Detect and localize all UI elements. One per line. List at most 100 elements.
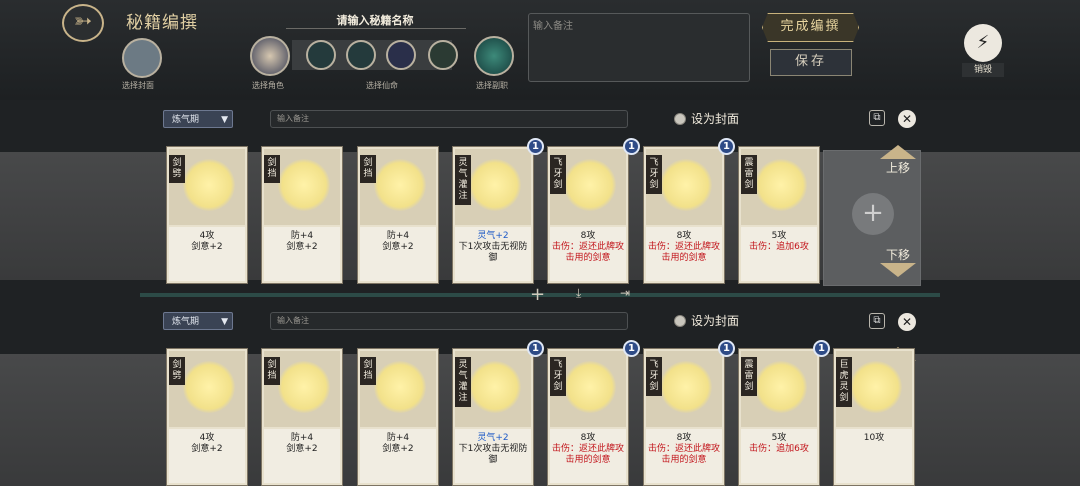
card-level-badge: 1 — [623, 138, 640, 155]
card-name: 飞牙剑 — [550, 155, 566, 194]
card-effect-line-2: 击伤：返还此牌攻击用的剑意 — [647, 242, 720, 263]
stage-select-label: 炼气期 — [172, 115, 200, 125]
card-effect-line-2: 击伤：追加6攻 — [749, 242, 809, 252]
row-note-input[interactable]: 输入备注 — [270, 110, 628, 128]
card-effect-line-2: 剑意+2 — [191, 444, 223, 454]
finish-compile-button[interactable]: 完成编撰 — [762, 13, 859, 42]
sword-art-icon — [469, 159, 521, 211]
sword-art-icon — [660, 159, 712, 211]
card-level-badge: 1 — [718, 340, 735, 357]
card-effect-line-2: 剑意+2 — [286, 444, 318, 454]
skill-card[interactable]: 飞牙剑 8攻 击伤：返还此牌攻击用的剑意 — [643, 348, 725, 486]
import-icon[interactable]: ⤓ — [576, 286, 581, 301]
card-description: 10攻 — [836, 429, 912, 483]
stage-select[interactable]: 炼气期 ▼ — [163, 312, 233, 330]
card-level-badge: 1 — [527, 138, 544, 155]
life-slot-1[interactable] — [306, 40, 336, 70]
back-arrow-icon[interactable]: ➳ — [62, 4, 104, 42]
move-up-arrow-icon — [880, 145, 916, 159]
card-description: 灵气+2 下1次攻击无视防御 — [455, 227, 531, 281]
card-name: 震雷剑 — [741, 357, 757, 396]
card-effect-line-2: 剑意+2 — [382, 242, 414, 252]
row-note-input[interactable]: 输入备注 — [270, 312, 628, 330]
cover-radio[interactable] — [674, 113, 686, 125]
card-effect-line-2: 下1次攻击无视防御 — [458, 444, 528, 465]
name-underline — [286, 28, 466, 29]
card-description: 5攻 击伤：追加6攻 — [741, 227, 817, 281]
sub-job-icon[interactable] — [474, 36, 514, 76]
card-effect-line-1: 4攻 — [199, 433, 215, 443]
cover-select-label: 选择封面 — [122, 81, 154, 90]
close-icon[interactable]: ✕ — [898, 110, 916, 128]
close-icon[interactable]: ✕ — [898, 313, 916, 331]
card-effect-line-2: 击伤：追加6攻 — [749, 444, 809, 454]
skill-card[interactable]: 震雷剑 5攻 击伤：追加6攻 — [738, 146, 820, 284]
card-effect-line-1: 8攻 — [580, 433, 596, 443]
insert-row-icon[interactable]: + — [530, 284, 545, 305]
sword-art-icon — [660, 361, 712, 413]
skill-card[interactable]: 灵气灌注灵气+2 下1次攻击无视防御 — [452, 146, 534, 284]
sword-art-icon — [374, 361, 426, 413]
card-name: 巨虎灵剑 — [836, 357, 852, 407]
cover-radio[interactable] — [674, 315, 686, 327]
header-note-input[interactable]: 输入备注 — [528, 13, 750, 82]
save-button[interactable]: 保存 — [770, 49, 852, 76]
card-description: 8攻 击伤：返还此牌攻击用的剑意 — [646, 227, 722, 281]
sword-art-icon — [278, 159, 330, 211]
chevron-down-icon: ▼ — [221, 115, 228, 125]
skill-card[interactable]: 剑挡 防+4 剑意+2 — [261, 348, 343, 486]
card-name: 飞牙剑 — [646, 155, 662, 194]
destroy-icon[interactable]: ⚡ — [964, 24, 1002, 62]
character-portrait-icon[interactable] — [250, 36, 290, 76]
card-effect-line-1: 8攻 — [676, 433, 692, 443]
card-description: 防+4 剑意+2 — [264, 429, 340, 483]
card-description: 8攻 击伤：返还此牌攻击用的剑意 — [550, 429, 626, 483]
skill-card[interactable]: 剑挡 防+4 剑意+2 — [357, 348, 439, 486]
skill-card[interactable]: 震雷剑 5攻 击伤：追加6攻 — [738, 348, 820, 486]
skill-card[interactable]: 剑劈 4攻 剑意+2 — [166, 348, 248, 486]
sword-art-icon — [755, 159, 807, 211]
add-card-icon[interactable]: + — [852, 193, 894, 235]
card-name: 剑劈 — [169, 357, 185, 385]
card-effect-line-1: 灵气+2 — [477, 433, 509, 443]
move-up-button[interactable]: 上移 — [886, 159, 910, 176]
card-description: 防+4 剑意+2 — [264, 227, 340, 281]
stage-select[interactable]: 炼气期 ▼ — [163, 110, 233, 128]
skill-card[interactable]: 剑挡 防+4 剑意+2 — [261, 146, 343, 284]
skill-card[interactable]: 剑挡 防+4 剑意+2 — [357, 146, 439, 284]
card-effect-line-1: 8攻 — [676, 231, 692, 241]
stage-select-label: 炼气期 — [172, 317, 200, 327]
export-icon[interactable]: ⇥ — [620, 286, 630, 300]
card-level-badge: 1 — [527, 340, 544, 357]
life-slot-3[interactable] — [386, 40, 416, 70]
card-row-band — [0, 354, 1080, 486]
skill-card[interactable]: 飞牙剑 8攻 击伤：返还此牌攻击用的剑意 — [547, 348, 629, 486]
copy-icon[interactable]: ⧉ — [869, 110, 885, 126]
set-cover-label: 设为封面 — [691, 314, 740, 328]
sword-art-icon — [564, 159, 616, 211]
card-name: 灵气灌注 — [455, 155, 471, 205]
skill-card[interactable]: 飞牙剑 8攻 击伤：返还此牌攻击用的剑意 — [643, 146, 725, 284]
move-down-button[interactable]: 下移 — [886, 246, 910, 263]
sword-art-icon — [564, 361, 616, 413]
copy-icon[interactable]: ⧉ — [869, 313, 885, 329]
card-name: 剑挡 — [360, 357, 376, 385]
card-effect-line-1: 防+4 — [290, 433, 314, 443]
life-slot-2[interactable] — [346, 40, 376, 70]
card-effect-line-2: 剑意+2 — [286, 242, 318, 252]
sword-art-icon — [469, 361, 521, 413]
card-effect-line-1: 5攻 — [771, 433, 787, 443]
card-name: 飞牙剑 — [646, 357, 662, 396]
card-effect-line-2: 击伤：返还此牌攻击用的剑意 — [551, 242, 624, 263]
sword-art-icon — [183, 159, 235, 211]
skill-card[interactable]: 飞牙剑 8攻 击伤：返还此牌攻击用的剑意 — [547, 146, 629, 284]
sword-art-icon — [278, 361, 330, 413]
skill-card[interactable]: 剑劈 4攻 剑意+2 — [166, 146, 248, 284]
skill-card[interactable]: 灵气灌注 灵气+2 下1次攻击无视防御 — [452, 348, 534, 486]
card-name: 飞牙剑 — [550, 357, 566, 396]
life-slot-4[interactable] — [428, 40, 458, 70]
deck-name-input[interactable]: 请输入秘籍名称 — [300, 12, 450, 28]
cover-select-icon[interactable] — [122, 38, 162, 78]
skill-card[interactable]: 巨虎灵剑 10攻 — [833, 348, 915, 486]
header-bar: ➳ 秘籍编撰 选择封面 请输入秘籍名称 选择角色 选择仙命 选择副职 输入备注 … — [0, 0, 1080, 100]
